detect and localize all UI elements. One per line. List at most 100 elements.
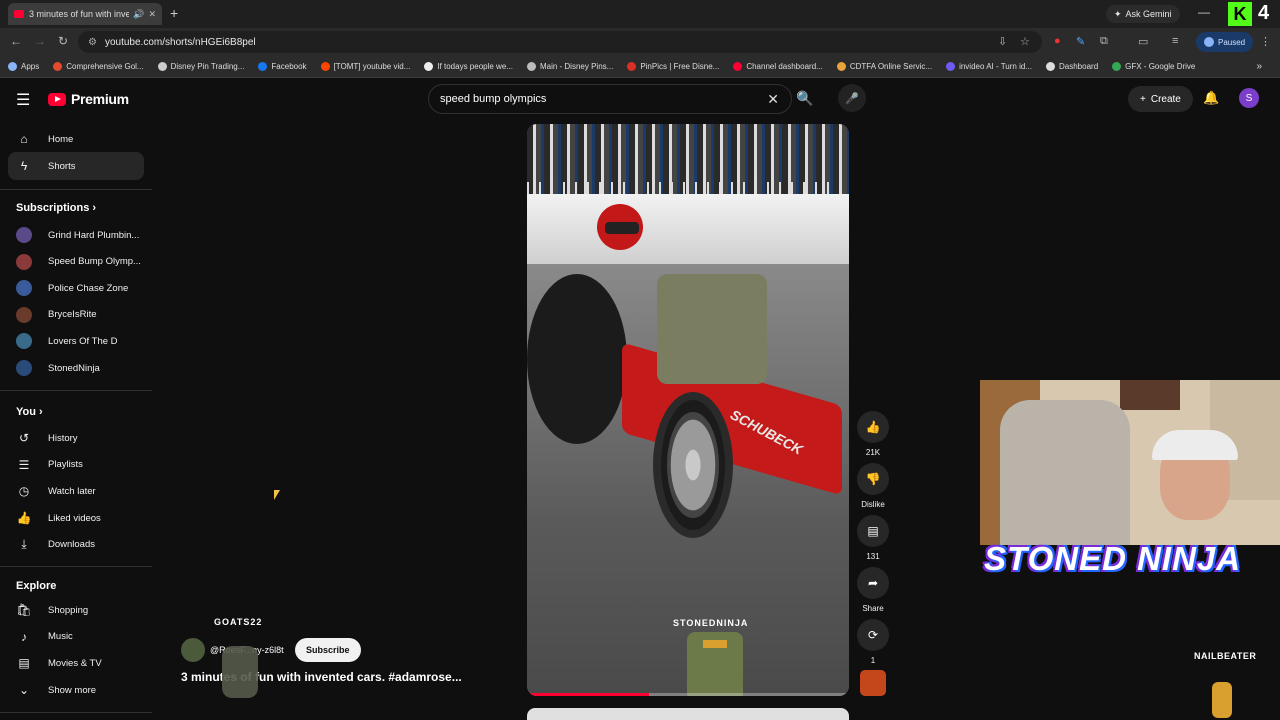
- sidebar-item[interactable]: ↺ History: [8, 424, 144, 452]
- sidebar-item-label: Playlists: [48, 459, 83, 471]
- bookmark-item[interactable]: Channel dashboard...: [733, 62, 823, 71]
- search-icon[interactable]: 🔍: [796, 90, 813, 107]
- sidebar-item[interactable]: ⤓ Downloads: [8, 531, 144, 559]
- like-action[interactable]: 👍 21K: [857, 411, 889, 457]
- chevron-right-icon: ›: [89, 202, 97, 214]
- bookmark-item[interactable]: Dashboard: [1046, 62, 1098, 71]
- sidebar-item-label: Speed Bump Olymp...: [48, 256, 141, 268]
- share-action[interactable]: ➦ Share: [857, 567, 889, 613]
- right-overlay-username: NAILBEATER: [1194, 651, 1257, 661]
- you-heading[interactable]: You ›: [16, 406, 43, 418]
- back-icon[interactable]: ←: [10, 34, 22, 48]
- dislike-label: Dislike: [861, 500, 885, 509]
- next-short-preview[interactable]: [527, 708, 849, 720]
- sidebar-item[interactable]: Police Chase Zone: [8, 274, 144, 302]
- sidebar-item-label: Show more: [48, 684, 97, 696]
- reload-icon[interactable]: ↻: [58, 34, 68, 48]
- subscribe-button[interactable]: Subscribe: [295, 638, 361, 662]
- bookmark-item[interactable]: Apps: [8, 62, 39, 71]
- mouse-cursor-icon: [274, 490, 280, 500]
- dislike-action[interactable]: 👎 Dislike: [857, 463, 889, 509]
- sidebar-item[interactable]: StonedNinja: [8, 354, 144, 382]
- extension-blue-icon[interactable]: ✎: [1076, 35, 1085, 48]
- tab-audio-icon[interactable]: 🔊: [133, 9, 144, 20]
- profile-icon: [1204, 37, 1214, 47]
- remix-action[interactable]: ⟳ 1: [857, 619, 889, 665]
- media-controls-icon[interactable]: ≡: [1172, 35, 1178, 47]
- comment-icon[interactable]: ▤: [857, 515, 889, 547]
- shorts-video-player[interactable]: SCHUBECK STONEDNINJA: [527, 124, 849, 696]
- profile-paused-button[interactable]: Paused: [1196, 32, 1254, 52]
- bookmark-item[interactable]: If todays people we...: [424, 62, 513, 71]
- like-icon[interactable]: 👍: [857, 411, 889, 443]
- bookmark-label: CDTFA Online Servic...: [849, 62, 933, 71]
- bookmark-item[interactable]: CDTFA Online Servic...: [836, 62, 933, 71]
- new-tab-icon[interactable]: +: [170, 5, 178, 21]
- dragster-wheel-spokes: [667, 412, 719, 518]
- sidebar-item[interactable]: 👍 Liked videos: [8, 504, 144, 532]
- bookmark-favicon-icon: [320, 62, 330, 71]
- create-button[interactable]: + Create: [1128, 86, 1193, 112]
- channel-avatar[interactable]: [181, 638, 205, 662]
- video-progress-fill: [527, 693, 650, 696]
- clear-search-icon[interactable]: ✕: [767, 91, 779, 108]
- site-info-icon[interactable]: ⚙: [88, 37, 97, 48]
- bookmark-star-icon[interactable]: ☆: [1020, 35, 1030, 48]
- bookmark-item[interactable]: Disney Pin Trading...: [157, 62, 244, 71]
- side-panel-icon[interactable]: ▭: [1138, 35, 1148, 48]
- extensions-puzzle-icon[interactable]: ⧉: [1100, 35, 1108, 48]
- address-bar[interactable]: ⚙ youtube.com/shorts/nHGEi6B8pel: [78, 31, 1042, 53]
- history-icon: ↺: [18, 431, 30, 445]
- ask-gemini-button[interactable]: ✦ Ask Gemini: [1106, 5, 1180, 23]
- search-input[interactable]: speed bump olympics ✕: [428, 84, 792, 114]
- bookmark-label: GFX - Google Drive: [1125, 62, 1196, 71]
- sidebar-item[interactable]: Speed Bump Olymp...: [8, 248, 144, 276]
- youtube-logo[interactable]: Premium: [48, 91, 129, 107]
- bookmark-item[interactable]: Comprehensive Gol...: [53, 62, 144, 71]
- bookmark-item[interactable]: invideo AI - Turn id...: [946, 62, 1032, 71]
- sidebar-item[interactable]: ◷ Watch later: [8, 477, 144, 505]
- address-bar-row: ← → ↻ ⚙ youtube.com/shorts/nHGEi6B8pel ⇩…: [0, 28, 1280, 56]
- sidebar-item[interactable]: BryceIsRite: [8, 301, 144, 329]
- sidebar-divider: [0, 189, 152, 190]
- comments-action[interactable]: ▤ 131: [857, 515, 889, 561]
- dislike-icon[interactable]: 👎: [857, 463, 889, 495]
- remix-icon[interactable]: ⟳: [857, 619, 889, 651]
- youtube-favicon-icon: [14, 10, 24, 18]
- brand-label: Premium: [71, 91, 129, 107]
- bookmarks-bar: Apps Comprehensive Gol... Disney Pin Tradi…: [0, 56, 1280, 78]
- sidebar-item[interactable]: ϟ Shorts: [8, 152, 144, 180]
- tab-close-icon[interactable]: ✕: [148, 9, 156, 20]
- avatar[interactable]: S: [1239, 88, 1259, 108]
- bookmark-item[interactable]: Main - Disney Pins...: [526, 62, 613, 71]
- bookmark-favicon-icon: [1046, 62, 1055, 71]
- browser-menu-icon[interactable]: ⋮: [1260, 35, 1271, 48]
- notifications-icon[interactable]: 🔔: [1203, 90, 1219, 106]
- bookmark-item[interactable]: PinPics | Free Disne...: [627, 62, 719, 71]
- bookmark-item[interactable]: [TOMT] youtube vid...: [320, 62, 410, 71]
- sidebar-item[interactable]: 🛍 Shopping: [8, 596, 144, 624]
- minimize-window-icon[interactable]: —: [1198, 5, 1210, 19]
- share-icon[interactable]: ➦: [857, 567, 889, 599]
- browser-tab-active[interactable]: 3 minutes of fun with inven 🔊 ✕: [8, 3, 162, 25]
- bookmark-item[interactable]: Facebook: [258, 62, 307, 71]
- forward-icon[interactable]: →: [34, 34, 46, 48]
- voice-search-icon[interactable]: 🎤: [838, 84, 866, 112]
- sidebar-item[interactable]: ▤ Movies & TV: [8, 649, 144, 677]
- video-progress-bar[interactable]: [527, 693, 849, 696]
- ask-gemini-label: Ask Gemini: [1125, 9, 1172, 19]
- sidebar-item[interactable]: ⌂ Home: [8, 125, 144, 153]
- extension-red-icon[interactable]: ●: [1054, 35, 1061, 47]
- sidebar-item[interactable]: ♪ Music: [8, 623, 144, 651]
- sidebar-item[interactable]: Grind Hard Plumbin...: [8, 221, 144, 249]
- bookmark-item[interactable]: GFX - Google Drive: [1112, 62, 1195, 71]
- bookmark-favicon-icon: [157, 62, 167, 71]
- sidebar-item[interactable]: Lovers Of The D: [8, 327, 144, 355]
- menu-icon[interactable]: ☰: [16, 90, 30, 110]
- sidebar-item[interactable]: ⌄ Show more: [8, 676, 144, 704]
- more-bookmarks-icon[interactable]: »: [1256, 61, 1262, 72]
- install-icon[interactable]: ⇩: [998, 35, 1007, 48]
- sidebar-item[interactable]: ☰ Playlists: [8, 451, 144, 479]
- subscriptions-heading[interactable]: Subscriptions ›: [16, 202, 96, 214]
- sound-thumbnail[interactable]: [860, 670, 886, 696]
